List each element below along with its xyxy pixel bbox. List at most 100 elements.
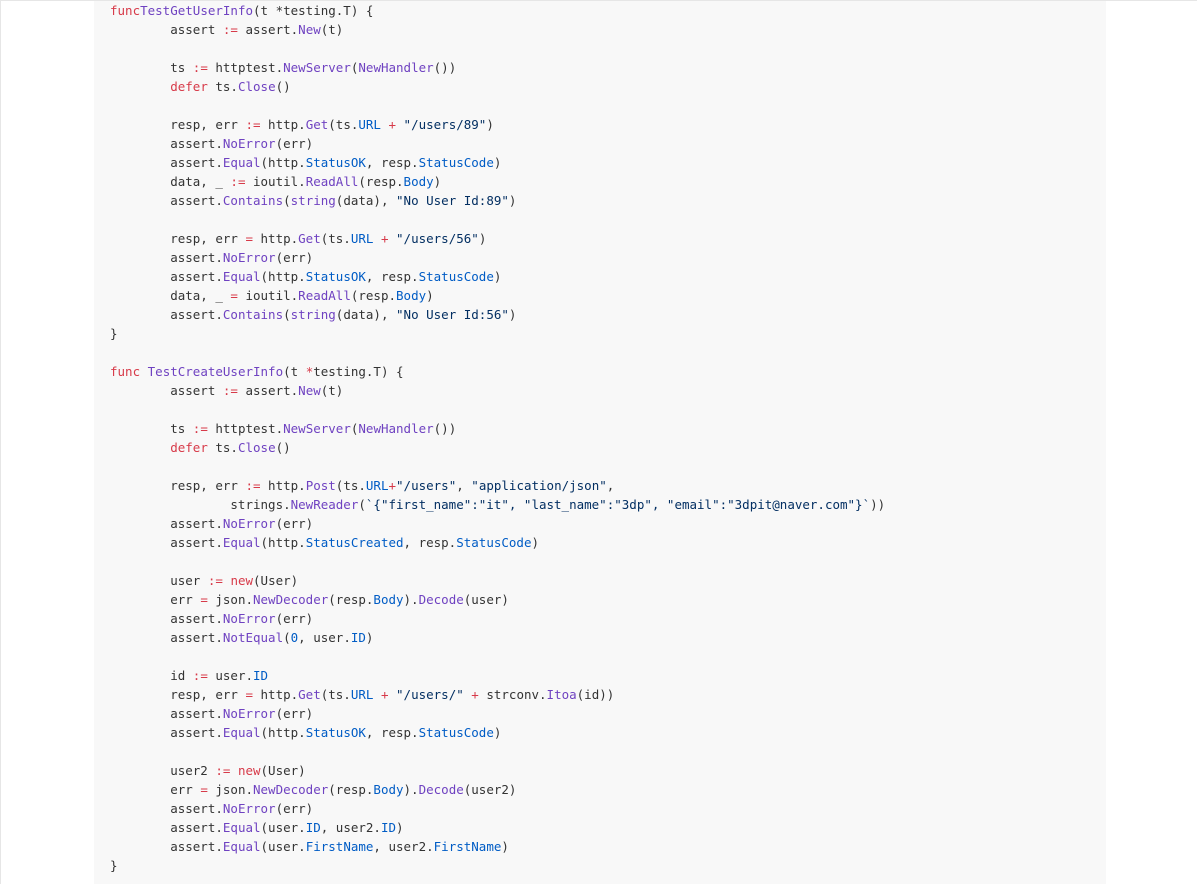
code-token: }: [110, 326, 118, 341]
code-token: assert: [110, 22, 223, 37]
code-token: :=: [192, 60, 208, 75]
code-token: ()): [433, 421, 457, 436]
code-token: assert.: [237, 22, 299, 37]
code-line: resp, err = http.Get(ts.URL + "/users/" …: [110, 685, 885, 704]
code-token: +: [388, 478, 397, 493]
code-token: StatusOK: [305, 269, 366, 284]
code-token: , resp.: [365, 269, 419, 284]
code-token: NoError: [222, 706, 276, 721]
code-token: StatusCode: [418, 725, 494, 740]
code-token: json.: [207, 592, 253, 607]
code-token: URL: [358, 117, 381, 132]
code-token: (http.: [260, 155, 306, 170]
code-token: ): [396, 820, 404, 835]
code-token: :=: [192, 421, 208, 436]
code-line: err = json.NewDecoder(resp.Body).Decode(…: [110, 590, 885, 609]
code-token: , resp.: [365, 155, 419, 170]
code-line: assert.NotEqual(0, user.ID): [110, 628, 885, 647]
code-line: user := new(User): [110, 571, 885, 590]
code-line: assert := assert.New(t): [110, 381, 885, 400]
code-token: , user2.: [320, 820, 381, 835]
code-token: strconv.: [478, 687, 547, 702]
code-token: ): [508, 307, 517, 322]
code-token: (User): [260, 763, 306, 778]
code-token: ioutil.: [245, 174, 306, 189]
code-token: =: [245, 687, 253, 702]
code-token: string: [290, 307, 336, 322]
code-token: , user.: [298, 630, 351, 645]
code-token: (ts.: [335, 478, 366, 493]
code-token: (: [283, 193, 291, 208]
code-token: id: [110, 668, 193, 683]
code-token: assert.: [110, 611, 223, 626]
code-line: assert.NoError(err): [110, 609, 885, 628]
code-token: strings.: [110, 497, 291, 512]
code-token: assert.: [110, 706, 223, 721]
code-token: FirstName: [305, 839, 374, 854]
code-token: assert.: [110, 516, 223, 531]
code-token: =: [245, 231, 253, 246]
code-token: New: [298, 383, 321, 398]
code-token: TestCreateUserInfo: [147, 364, 284, 379]
code-token: user: [110, 573, 208, 588]
code-token: err: [110, 782, 201, 797]
code-token: FirstName: [433, 839, 502, 854]
code-token: ): [493, 269, 502, 284]
code-token: testing.T) {: [313, 364, 404, 379]
code-token: "application/json": [471, 478, 607, 493]
code-token: ID: [350, 630, 366, 645]
code-line: assert.Equal(http.StatusOK, resp.StatusC…: [110, 267, 885, 286]
code-token: :=: [222, 22, 238, 37]
code-token: , resp.: [403, 535, 457, 550]
code-token: (: [283, 307, 291, 322]
code-token: NoError: [222, 801, 276, 816]
code-line: }: [110, 324, 885, 343]
code-token: (data),: [335, 193, 397, 208]
code-token: ): [501, 839, 509, 854]
code-token: resp, err: [110, 687, 246, 702]
code-block[interactable]: funcTestGetUserInfo(t *testing.T) { asse…: [94, 1, 1106, 884]
code-token: func: [110, 3, 141, 18]
code-token: (t *testing.T) {: [253, 3, 374, 18]
code-token: StatusOK: [305, 155, 366, 170]
code-token: :=: [215, 763, 231, 778]
code-token: Get: [298, 231, 321, 246]
code-token: NotEqual: [222, 630, 284, 645]
code-token: (err): [275, 706, 314, 721]
code-token: (http.: [260, 725, 306, 740]
code-token: ): [493, 155, 502, 170]
code-line: assert.Equal(user.ID, user2.ID): [110, 818, 885, 837]
code-token: assert.: [110, 193, 223, 208]
code-token: (resp.: [328, 782, 374, 797]
code-token: (err): [275, 611, 314, 626]
code-line: assert.NoError(err): [110, 248, 885, 267]
code-token: json.: [207, 782, 253, 797]
code-token: NoError: [222, 136, 276, 151]
code-token: ): [486, 117, 494, 132]
code-token: (err): [275, 250, 314, 265]
code-token: NoError: [222, 611, 276, 626]
code-token: Close: [237, 79, 276, 94]
code-token: new: [237, 763, 261, 778]
code-token: StatusCode: [456, 535, 532, 550]
code-token: (user.: [260, 839, 306, 854]
code-token: Equal: [222, 839, 261, 854]
code-token: ): [508, 193, 517, 208]
code-token: Get: [305, 117, 329, 132]
code-token: assert.: [237, 383, 299, 398]
code-token: Get: [298, 687, 321, 702]
code-token: :=: [207, 573, 223, 588]
code-token: resp, err: [110, 231, 246, 246]
code-token: ReadAll: [305, 174, 359, 189]
code-token: httptest.: [207, 421, 284, 436]
code-token: (ts.: [320, 687, 351, 702]
code-line: assert.Equal(http.StatusOK, resp.StatusC…: [110, 723, 885, 742]
